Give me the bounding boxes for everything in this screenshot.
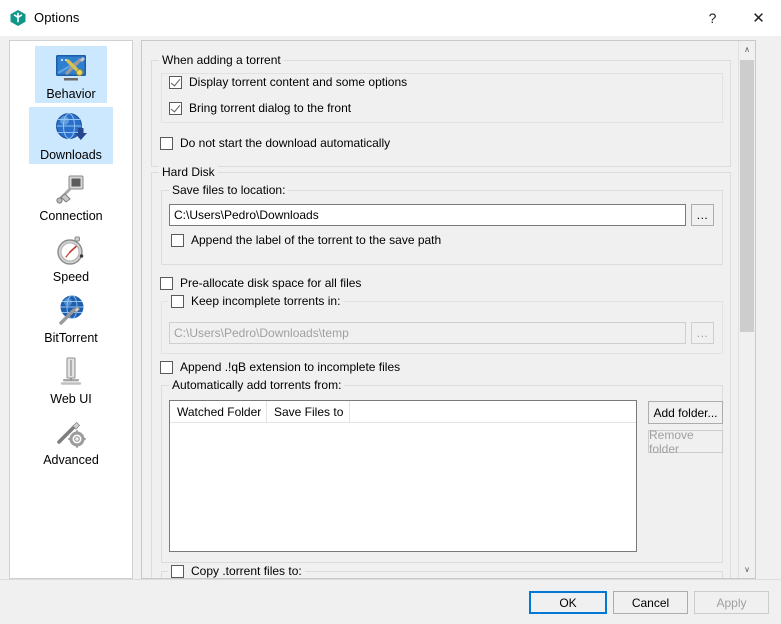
scrollbar-thumb[interactable] xyxy=(740,60,754,332)
vertical-scrollbar[interactable]: ∧ ∨ xyxy=(738,41,755,578)
apply-button[interactable]: Apply xyxy=(694,591,769,614)
incomplete-path-input[interactable]: C:\Users\Pedro\Downloads\temp xyxy=(169,322,686,344)
checkbox-box xyxy=(171,564,184,578)
sidebar-item-label: Downloads xyxy=(40,148,102,162)
checkbox-preallocate-disk-space[interactable]: Pre-allocate disk space for all files xyxy=(160,276,361,290)
column-header-watched-folder[interactable]: Watched Folder xyxy=(170,401,267,422)
sidebar-item-bittorrent[interactable]: BitTorrent xyxy=(10,287,132,348)
checkbox-append-label-to-save-path[interactable]: Append the label of the torrent to the s… xyxy=(171,233,441,247)
checkbox-label: Copy .torrent files to: xyxy=(191,564,302,578)
window-title: Options xyxy=(34,10,80,25)
checkbox-label: Do not start the download automatically xyxy=(180,136,391,150)
scroll-down-icon[interactable]: ∨ xyxy=(739,561,755,578)
group-copy-torrent-files: Copy .torrent files to: xyxy=(161,564,723,578)
behavior-icon xyxy=(53,49,89,85)
remove-folder-button[interactable]: Remove folder xyxy=(648,428,723,456)
sidebar-item-webui[interactable]: Web UI xyxy=(10,348,132,409)
checkbox-box xyxy=(171,233,184,247)
column-header-filler xyxy=(350,401,636,422)
bittorrent-icon xyxy=(53,293,89,329)
cancel-button[interactable]: Cancel xyxy=(613,591,688,614)
checkbox-copy-torrent-files[interactable]: Copy .torrent files to: xyxy=(168,564,305,578)
checkbox-box xyxy=(160,276,173,290)
checkbox-append-qb-extension[interactable]: Append .!qB extension to incomplete file… xyxy=(160,360,400,374)
webui-icon xyxy=(53,354,89,390)
checkbox-box xyxy=(160,360,173,374)
sidebar-item-label: Web UI xyxy=(50,392,92,406)
connection-icon xyxy=(53,171,89,207)
sidebar-item-label: Connection xyxy=(39,209,103,223)
group-save-files-to-location: Save files to location: C:\Users\Pedro\D… xyxy=(161,183,723,265)
watched-folders-table[interactable]: Watched Folder Save Files to xyxy=(169,400,637,552)
dialog-body: Behavior Downloads Connection Speed BitT… xyxy=(0,36,781,579)
group-label: Hard Disk xyxy=(159,165,218,179)
speed-icon xyxy=(53,232,89,268)
sidebar-item-behavior[interactable]: Behavior xyxy=(10,43,132,104)
checkbox-keep-incomplete-torrents[interactable]: Keep incomplete torrents in: xyxy=(168,294,344,308)
sidebar: Behavior Downloads Connection Speed BitT… xyxy=(9,40,133,579)
sidebar-item-advanced[interactable]: Advanced xyxy=(10,409,132,470)
checkbox-label: Pre-allocate disk space for all files xyxy=(180,276,362,290)
checkbox-label: Append the label of the torrent to the s… xyxy=(191,233,442,247)
group-hard-disk: Hard Disk Save files to location: C:\Use… xyxy=(151,165,731,578)
qbittorrent-cube-icon xyxy=(9,9,27,27)
checkbox-box xyxy=(169,75,182,89)
settings-pane: When adding a torrent Display torrent co… xyxy=(141,40,756,579)
checkbox-label: Bring torrent dialog to the front xyxy=(189,101,352,115)
group-label: When adding a torrent xyxy=(159,53,284,67)
close-icon[interactable]: ✕ xyxy=(736,0,781,36)
add-folder-button[interactable]: Add folder... xyxy=(648,401,723,424)
advanced-icon xyxy=(53,415,89,451)
help-button[interactable]: ? xyxy=(690,0,735,36)
sidebar-item-connection[interactable]: Connection xyxy=(10,165,132,226)
title-bar: Options ? ✕ xyxy=(0,0,781,37)
checkbox-display-torrent-content[interactable]: Display torrent content and some options xyxy=(169,75,407,89)
checkbox-box xyxy=(171,294,184,308)
checkbox-label: Append .!qB extension to incomplete file… xyxy=(180,360,401,374)
checkbox-do-not-start-automatically[interactable]: Do not start the download automatically xyxy=(160,136,390,150)
save-path-input[interactable]: C:\Users\Pedro\Downloads xyxy=(169,204,686,226)
sidebar-item-label: Advanced xyxy=(43,453,99,467)
checkbox-label: Display torrent content and some options xyxy=(189,75,408,89)
sidebar-item-label: Behavior xyxy=(46,87,96,101)
save-path-browse-button[interactable]: ... xyxy=(691,204,714,226)
incomplete-path-browse-button[interactable]: ... xyxy=(691,322,714,344)
sidebar-item-label: BitTorrent xyxy=(44,331,98,345)
dialog-footer: OK Cancel Apply xyxy=(0,579,781,624)
group-label: Save files to location: xyxy=(169,183,289,197)
sidebar-item-speed[interactable]: Speed xyxy=(10,226,132,287)
group-when-adding-torrent: When adding a torrent Display torrent co… xyxy=(151,53,731,167)
column-header-save-files-to[interactable]: Save Files to xyxy=(267,401,350,422)
group-keep-incomplete-torrents: Keep incomplete torrents in: C:\Users\Pe… xyxy=(161,294,723,354)
group-auto-add-torrents: Automatically add torrents from: Watched… xyxy=(161,378,723,563)
checkbox-label: Keep incomplete torrents in: xyxy=(191,294,341,308)
group-label: Automatically add torrents from: xyxy=(169,378,345,392)
checkbox-box xyxy=(160,136,173,150)
ok-button[interactable]: OK xyxy=(529,591,607,614)
table-header-row: Watched Folder Save Files to xyxy=(170,401,636,423)
downloads-icon xyxy=(53,110,89,146)
sidebar-item-downloads[interactable]: Downloads xyxy=(10,104,132,165)
checkbox-box xyxy=(169,101,182,115)
scroll-up-icon[interactable]: ∧ xyxy=(739,41,755,58)
sidebar-item-label: Speed xyxy=(52,270,90,284)
checkbox-bring-dialog-front[interactable]: Bring torrent dialog to the front xyxy=(169,101,351,115)
